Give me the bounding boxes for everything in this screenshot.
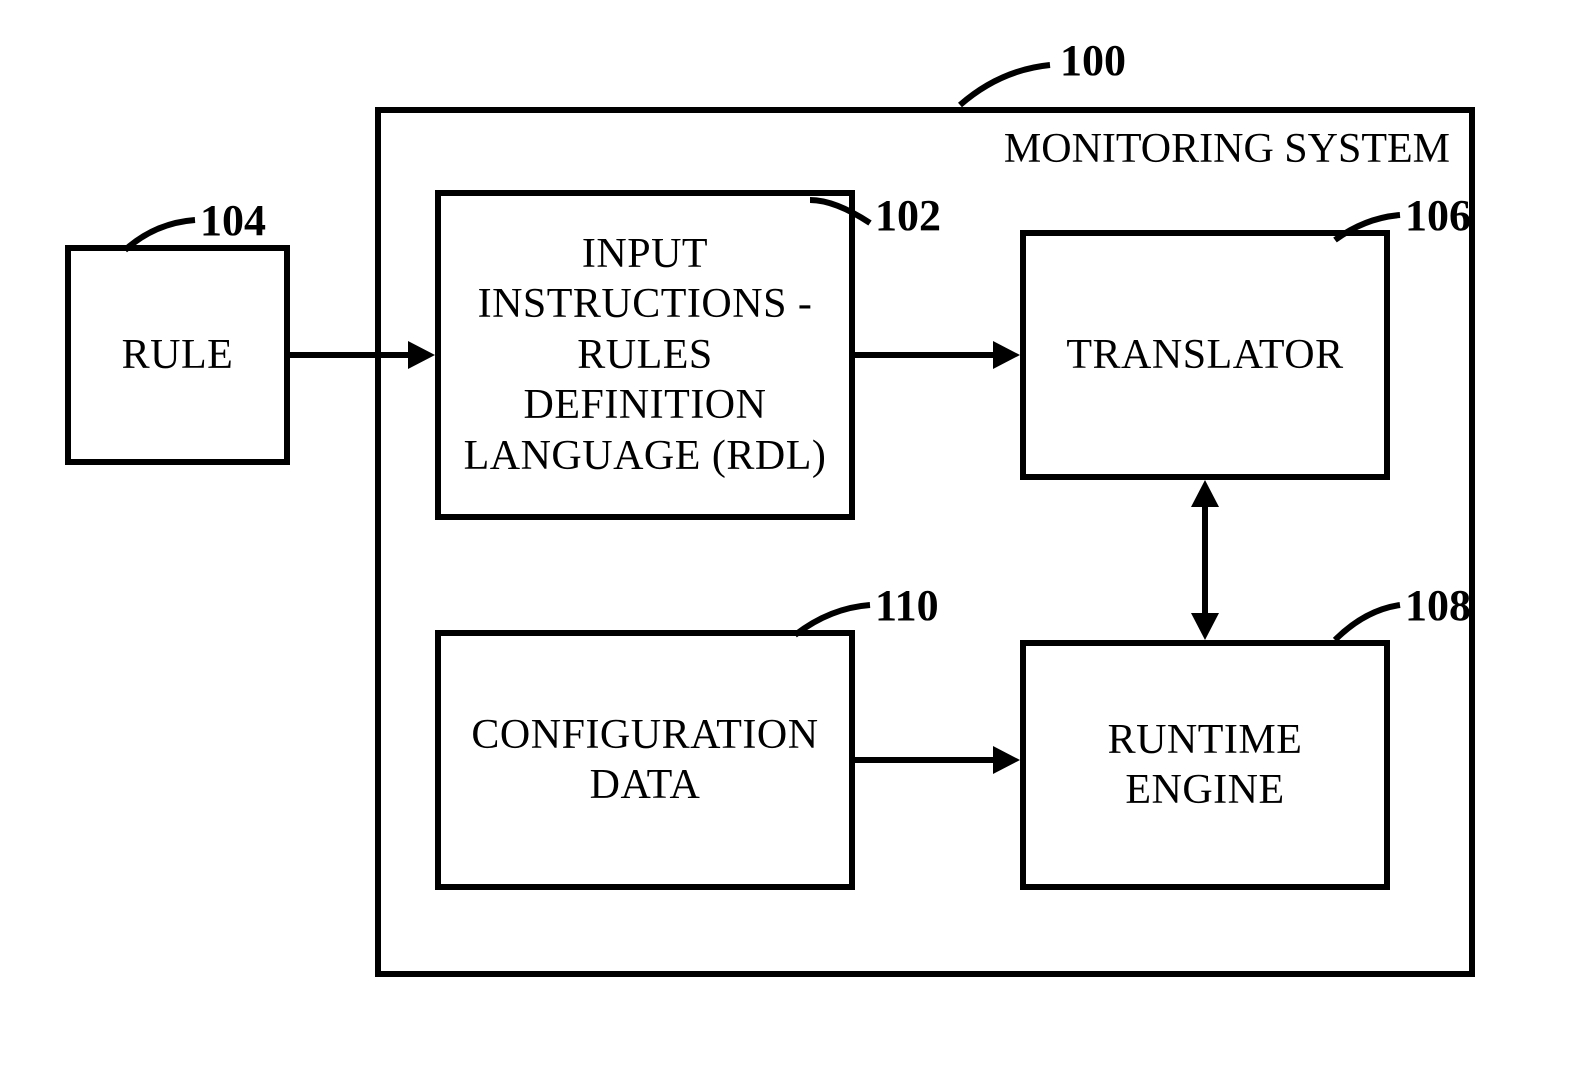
- arrow-rule-to-rdl: [290, 335, 435, 375]
- ref-106: 106: [1405, 190, 1471, 241]
- arrow-rdl-to-translator: [855, 335, 1020, 375]
- ref-100: 100: [1060, 35, 1126, 86]
- rule-box: RULE: [65, 245, 290, 465]
- ref-108: 108: [1405, 580, 1471, 631]
- leader-108: [1330, 600, 1410, 645]
- config-label: CONFIGURATION DATA: [451, 710, 839, 811]
- ref-110: 110: [875, 580, 939, 631]
- diagram-canvas: MONITORING SYSTEM RULE INPUT INSTRUCTION…: [0, 0, 1571, 1079]
- arrow-translator-runtime-double: [1185, 480, 1225, 640]
- ref-102: 102: [875, 190, 941, 241]
- config-box: CONFIGURATION DATA: [435, 630, 855, 890]
- leader-104: [120, 215, 205, 255]
- translator-label: TRANSLATOR: [1066, 330, 1343, 380]
- runtime-label: RUNTIME ENGINE: [1036, 715, 1374, 816]
- leader-106: [1330, 210, 1410, 245]
- leader-100: [955, 60, 1065, 115]
- runtime-box: RUNTIME ENGINE: [1020, 640, 1390, 890]
- ref-104: 104: [200, 195, 266, 246]
- leader-102: [805, 195, 880, 235]
- translator-box: TRANSLATOR: [1020, 230, 1390, 480]
- rdl-label: INPUT INSTRUCTIONS - RULES DEFINITION LA…: [451, 229, 839, 481]
- leader-110: [790, 600, 880, 640]
- arrow-config-to-runtime: [855, 740, 1020, 780]
- monitoring-system-title: MONITORING SYSTEM: [860, 125, 1450, 173]
- rule-label: RULE: [122, 330, 234, 380]
- rdl-box: INPUT INSTRUCTIONS - RULES DEFINITION LA…: [435, 190, 855, 520]
